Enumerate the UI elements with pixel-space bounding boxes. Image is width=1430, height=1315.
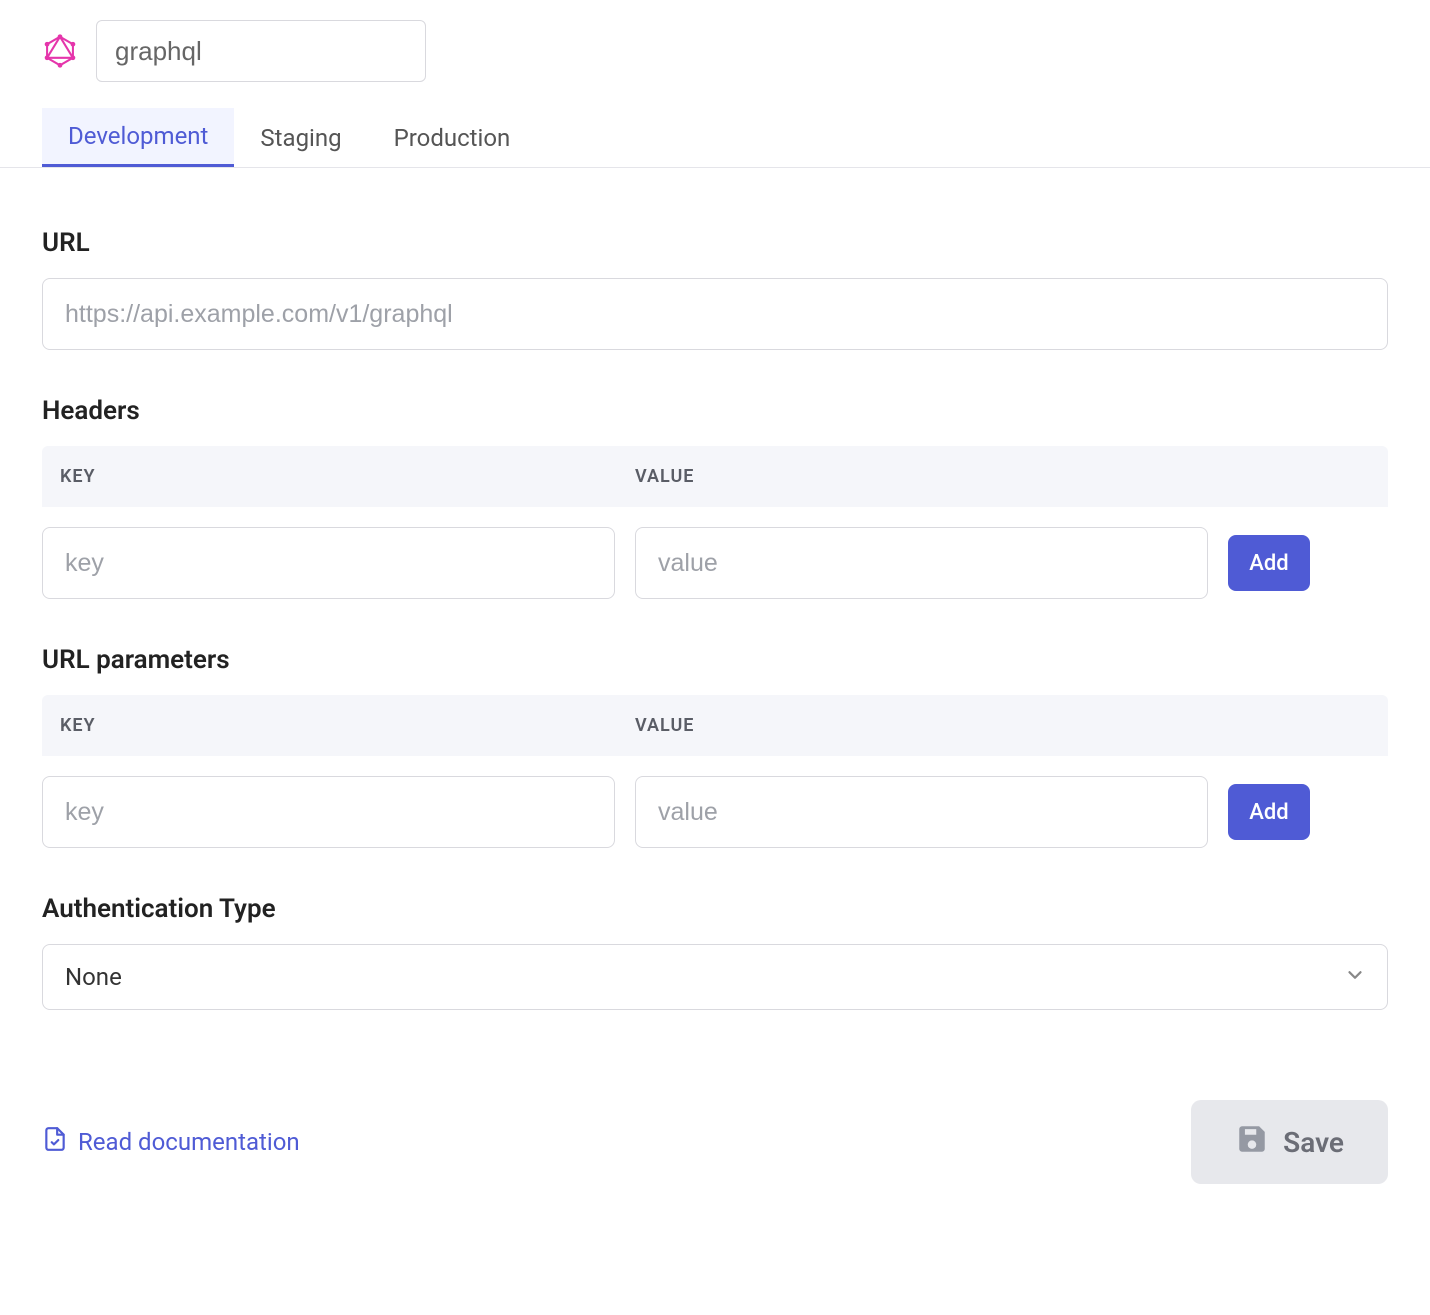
add-url-param-button[interactable]: Add [1228, 784, 1310, 840]
tab-development[interactable]: Development [42, 108, 234, 167]
url-params-key-column: KEY [60, 715, 635, 736]
headers-key-column: KEY [60, 466, 635, 487]
resource-name-input[interactable] [96, 20, 426, 82]
auth-type-select[interactable]: None [42, 944, 1388, 1010]
document-icon [42, 1126, 68, 1158]
read-documentation-label: Read documentation [78, 1128, 300, 1156]
url-params-table-header: KEY VALUE [42, 695, 1388, 756]
graphql-icon [42, 33, 78, 69]
url-label: URL [42, 228, 1388, 258]
add-header-button[interactable]: Add [1228, 535, 1310, 591]
header-key-input[interactable] [42, 527, 615, 599]
url-input[interactable] [42, 278, 1388, 350]
header-value-input[interactable] [635, 527, 1208, 599]
auth-type-label: Authentication Type [42, 894, 1388, 924]
save-button[interactable]: Save [1191, 1100, 1388, 1184]
headers-row: Add [42, 507, 1388, 599]
url-params-label: URL parameters [42, 645, 1388, 675]
environment-tabs: Development Staging Production [0, 82, 1430, 168]
headers-value-column: VALUE [635, 466, 1210, 487]
url-param-value-input[interactable] [635, 776, 1208, 848]
save-icon [1235, 1122, 1269, 1163]
headers-table-header: KEY VALUE [42, 446, 1388, 507]
headers-label: Headers [42, 396, 1388, 426]
tab-production[interactable]: Production [368, 108, 537, 167]
read-documentation-link[interactable]: Read documentation [42, 1126, 300, 1158]
url-params-value-column: VALUE [635, 715, 1210, 736]
tab-staging[interactable]: Staging [234, 108, 367, 167]
save-button-label: Save [1283, 1126, 1344, 1159]
url-param-key-input[interactable] [42, 776, 615, 848]
url-params-row: Add [42, 756, 1388, 848]
